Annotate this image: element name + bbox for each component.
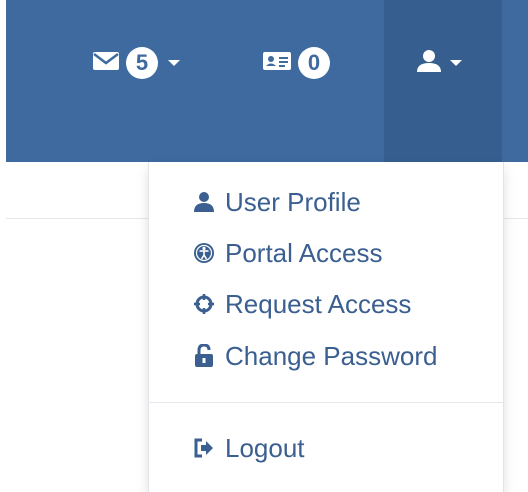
- menu-item-label: Portal Access: [225, 238, 383, 268]
- menu-divider: [149, 402, 503, 403]
- accessibility-icon: [193, 242, 215, 264]
- cards-nav-button[interactable]: 0: [262, 36, 330, 90]
- id-card-icon: [262, 50, 292, 77]
- menu-item-request-access[interactable]: Request Access: [193, 286, 411, 322]
- menu-item-label: Request Access: [225, 289, 412, 319]
- navbar-edge: [0, 0, 6, 162]
- chevron-down-icon: [168, 60, 180, 66]
- content-divider: [6, 218, 148, 219]
- user-icon: [193, 191, 215, 213]
- user-menu-toggle[interactable]: [416, 36, 462, 90]
- cards-count-badge: 0: [298, 47, 330, 79]
- menu-item-user-profile[interactable]: User Profile: [193, 184, 361, 220]
- menu-item-logout[interactable]: Logout: [193, 430, 305, 466]
- envelope-icon: [92, 51, 120, 76]
- messages-nav-button[interactable]: 5: [92, 36, 180, 90]
- menu-item-label: Change Password: [225, 341, 438, 371]
- menu-item-label: User Profile: [225, 187, 361, 217]
- content-divider: [502, 218, 528, 219]
- crosshair-icon: [193, 293, 215, 315]
- menu-item-change-password[interactable]: Change Password: [193, 338, 437, 374]
- menu-item-label: Logout: [225, 433, 305, 463]
- menu-item-portal-access[interactable]: Portal Access: [193, 235, 383, 271]
- unlock-icon: [193, 344, 215, 367]
- chevron-down-icon: [450, 60, 462, 66]
- user-dropdown-menu: User Profile Portal Access Request Acces…: [148, 162, 504, 492]
- user-icon: [416, 49, 442, 78]
- sign-out-icon: [193, 437, 215, 459]
- messages-count-badge: 5: [126, 47, 158, 79]
